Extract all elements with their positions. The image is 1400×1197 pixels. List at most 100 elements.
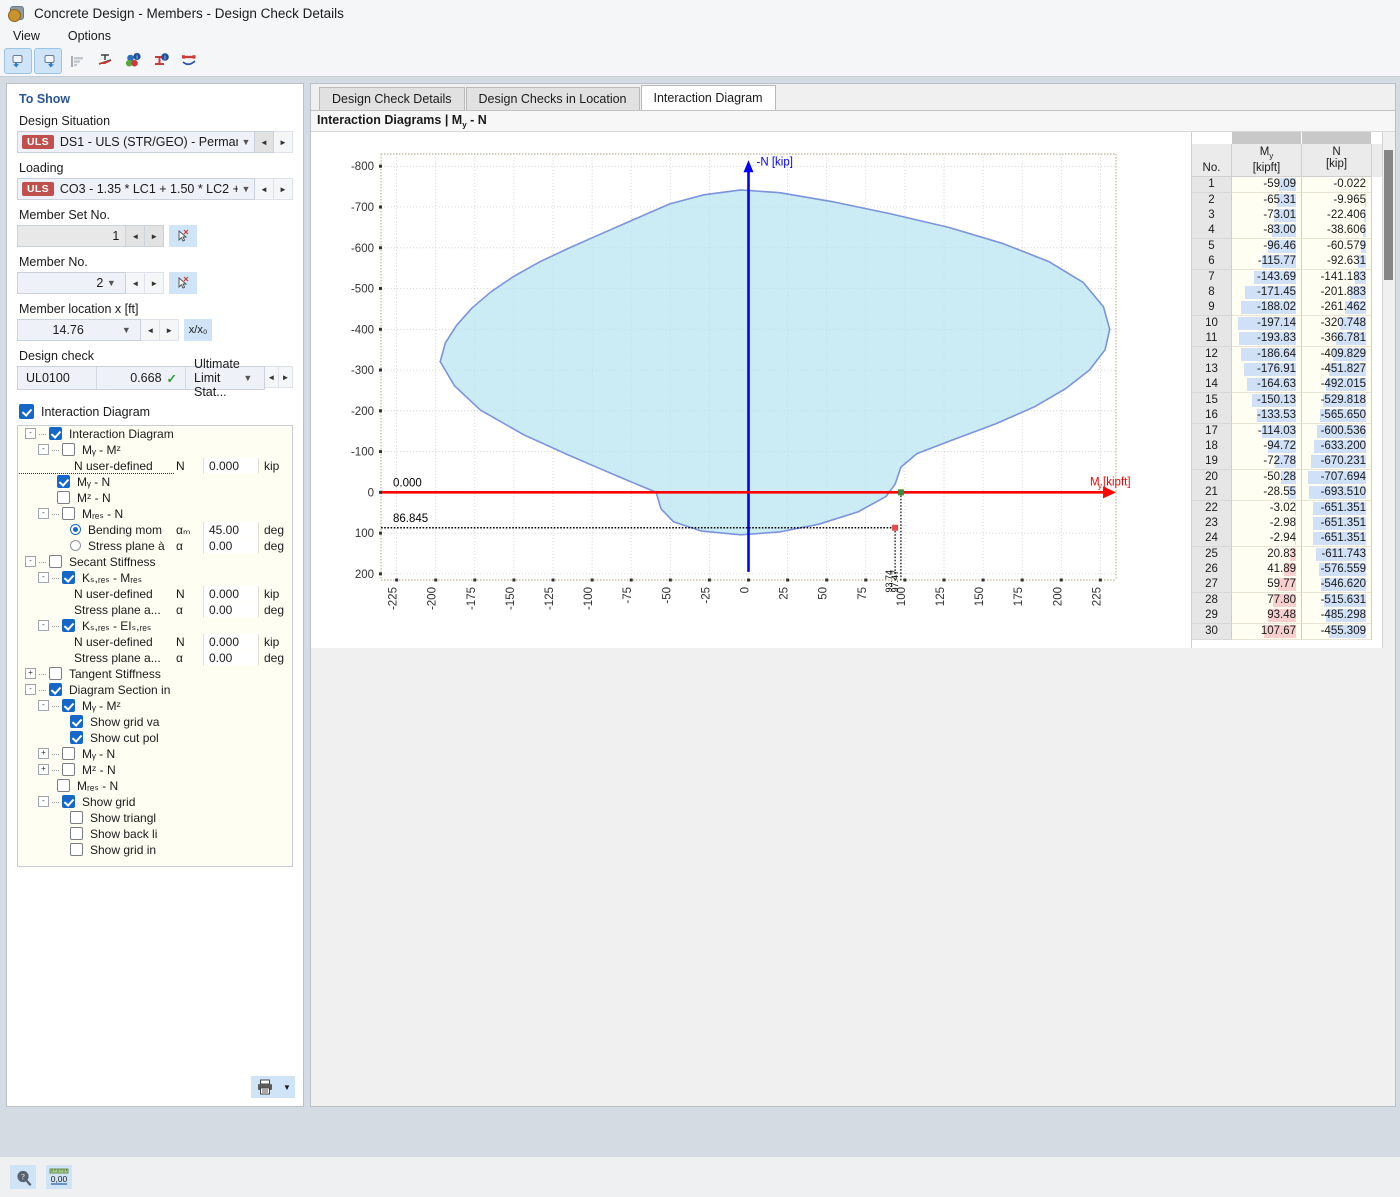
table-cell-my[interactable]: -73.01	[1232, 208, 1302, 225]
bar-list-icon[interactable]	[64, 49, 90, 73]
table-cell-my[interactable]: -2.98	[1232, 515, 1302, 532]
tree-checkbox-1[interactable]	[62, 443, 75, 456]
table-row[interactable]: 4 -83.00 -38.606	[1192, 223, 1382, 240]
chevron-down-icon[interactable]: ▼	[238, 137, 254, 147]
table-row[interactable]: 16 -133.53 -565.650	[1192, 408, 1382, 425]
help-icon[interactable]: ?	[10, 1165, 36, 1189]
table-cell-n[interactable]: -611.743	[1302, 546, 1372, 563]
chevron-down-icon[interactable]: ▼	[238, 184, 254, 194]
relative-location-toggle-button[interactable]: x/x₀	[184, 319, 213, 341]
menu-item-options[interactable]: Options	[65, 28, 114, 44]
table-cell-my[interactable]: -83.00	[1232, 223, 1302, 240]
design-point[interactable]	[892, 524, 899, 531]
grip-my[interactable]	[1232, 132, 1302, 144]
table-row[interactable]: 11 -193.83 -366.781	[1192, 331, 1382, 348]
tree-item-16[interactable]: - Diagram Section in 3	[18, 682, 173, 698]
chevron-down-icon[interactable]: ▼	[240, 373, 256, 383]
table-cell-my[interactable]: 41.89	[1232, 562, 1302, 579]
member-no-next-button[interactable]: ►	[145, 272, 165, 294]
loading-next-button[interactable]: ►	[274, 178, 293, 200]
design-situation-prev-button[interactable]: ◄	[255, 131, 274, 153]
tree-radio-7[interactable]	[70, 540, 81, 551]
table-cell-n[interactable]: -92.631	[1302, 254, 1372, 271]
table-cell-my[interactable]: -176.91	[1232, 361, 1302, 378]
design-check-type[interactable]: Ultimate Limit Stat... ▼	[186, 357, 264, 399]
tree-expander-8[interactable]: -	[25, 556, 36, 567]
tree-item-0[interactable]: - Interaction Diagrams	[18, 426, 173, 442]
tree-checkbox-18[interactable]	[70, 715, 83, 728]
table-body[interactable]: 1 -59.09 -0.022 2 -65.31 -9.965 3 -73.01 -22.406…	[1192, 177, 1382, 648]
table-row[interactable]: 23 -2.98 -651.351	[1192, 515, 1382, 532]
tree-item-1[interactable]: - Mᵧ - Mᶻ	[18, 442, 173, 458]
member-no-input[interactable]: 2 ▼	[17, 272, 127, 294]
table-cell-n[interactable]: -633.200	[1302, 438, 1372, 455]
table-row[interactable]: 12 -186.64 -409.829	[1192, 346, 1382, 363]
tree-checkbox-15[interactable]	[49, 667, 62, 680]
table-cell-n[interactable]: -201.883	[1302, 285, 1372, 302]
tree-item-4[interactable]: Mᶻ - N	[18, 490, 173, 506]
tree-item-5[interactable]: - Mᵣₑₛ - N	[18, 506, 173, 522]
table-cell-n[interactable]: -670.231	[1302, 454, 1372, 471]
tree-checkbox-22[interactable]	[57, 779, 70, 792]
design-situation-next-button[interactable]: ►	[274, 131, 293, 153]
table-cell-n[interactable]: -141.183	[1302, 269, 1372, 286]
info-green-red-icon[interactable]: i	[120, 49, 146, 73]
table-row[interactable]: 14 -164.63 -492.015	[1192, 377, 1382, 394]
tree-expander-21[interactable]: +	[38, 764, 49, 775]
table-cell-my[interactable]: -50.28	[1232, 469, 1302, 486]
table-cell-n[interactable]: -0.022	[1302, 177, 1372, 194]
table-cell-n[interactable]: -320.748	[1302, 315, 1372, 332]
table-cell-my[interactable]: -94.72	[1232, 438, 1302, 455]
previous-arrow-icon[interactable]	[4, 48, 32, 74]
table-cell-my[interactable]: -150.13	[1232, 392, 1302, 409]
tree-item-13[interactable]: N user-defined	[18, 634, 173, 650]
member-location-next-button[interactable]: ►	[160, 319, 180, 341]
tree-checkbox-19[interactable]	[70, 731, 83, 744]
table-scrollbar[interactable]	[1382, 132, 1395, 648]
table-cell-n[interactable]: -651.351	[1302, 515, 1372, 532]
select-member-button[interactable]	[169, 272, 197, 294]
table-cell-my[interactable]: 77.80	[1232, 592, 1302, 609]
tree-value-7[interactable]: 0.00	[203, 538, 259, 554]
table-row[interactable]: 18 -94.72 -633.200	[1192, 438, 1382, 455]
table-cell-n[interactable]: -600.536	[1302, 423, 1372, 440]
tree-checkbox-25[interactable]	[70, 827, 83, 840]
tree-item-3[interactable]: Mᵧ - N	[18, 473, 174, 491]
result-curve-icon[interactable]	[176, 49, 202, 73]
table-cell-my[interactable]: -59.09	[1232, 177, 1302, 194]
table-cell-n[interactable]: -451.827	[1302, 361, 1372, 378]
tree-expander-0[interactable]: -	[25, 428, 36, 439]
table-cell-n[interactable]: -366.781	[1302, 331, 1372, 348]
tree-expander-12[interactable]: -	[38, 620, 49, 631]
tree-checkbox-4[interactable]	[57, 491, 70, 504]
table-cell-n[interactable]: -261.462	[1302, 300, 1372, 317]
table-row[interactable]: 30 107.67 -455.309	[1192, 623, 1382, 640]
tree-expander-9[interactable]: -	[38, 572, 49, 583]
tree-item-20[interactable]: + Mᵧ - N	[18, 746, 173, 762]
interaction-diagram-chart[interactable]: -N [kip] My [kipft] -800 -700 -600 -500 -400 -30…	[311, 132, 1191, 648]
tab-design-checks-in-location[interactable]: Design Checks in Location	[465, 87, 640, 110]
tree-checkbox-12[interactable]	[62, 619, 75, 632]
tree-item-2[interactable]: N user-defined	[18, 458, 173, 474]
chevron-down-icon[interactable]: ▼	[118, 325, 134, 335]
table-row[interactable]: 7 -143.69 -141.183	[1192, 269, 1382, 286]
tree-checkbox-8[interactable]	[49, 555, 62, 568]
table-row[interactable]: 25 20.83 -611.743	[1192, 546, 1382, 563]
table-cell-my[interactable]: -164.63	[1232, 377, 1302, 394]
table-cell-my[interactable]: -114.03	[1232, 423, 1302, 440]
table-cell-my[interactable]: 93.48	[1232, 608, 1302, 625]
design-check-prev-button[interactable]: ◄	[264, 366, 279, 388]
tab-interaction-diagram[interactable]: Interaction Diagram	[640, 85, 776, 110]
table-cell-my[interactable]: -133.53	[1232, 408, 1302, 425]
table-cell-n[interactable]: -455.309	[1302, 623, 1372, 640]
table-row[interactable]: 20 -50.28 -707.694	[1192, 469, 1382, 486]
table-cell-my[interactable]: -65.31	[1232, 192, 1302, 209]
tree-value-10[interactable]: 0.000	[203, 586, 259, 602]
member-set-no-next-button[interactable]: ►	[145, 225, 165, 247]
member-set-no-prev-button[interactable]: ◄	[126, 225, 146, 247]
tree-value-14[interactable]: 0.00	[203, 650, 259, 666]
tree-expander-17[interactable]: -	[38, 700, 49, 711]
member-set-no-input[interactable]: 1	[17, 225, 127, 247]
table-cell-n[interactable]: -651.351	[1302, 531, 1372, 548]
table-cell-n[interactable]: -707.694	[1302, 469, 1372, 486]
